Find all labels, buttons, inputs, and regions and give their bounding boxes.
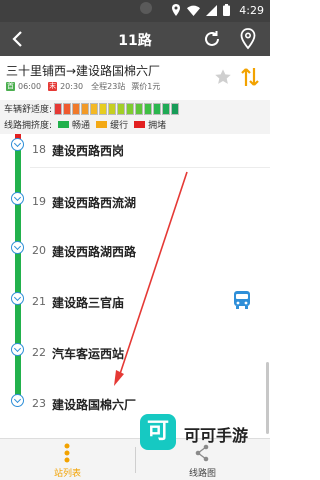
watermark-text: 可可手游 [184,426,249,445]
stop-number: 20 [32,244,46,257]
stop-name: 汽车客运西站 [52,347,125,361]
comfort-segment [81,102,90,115]
first-bus-time: 06:00 [18,82,42,91]
comfort-segment [117,102,126,115]
bus-icon[interactable] [232,289,252,311]
last-bus-time: 20:30 [60,82,84,91]
level-label-slow: 缓行 [110,121,129,131]
stop-marker-icon [11,292,24,305]
stop-marker-icon [11,343,24,356]
battery-icon [223,4,230,16]
comfort-segment [108,102,117,115]
stop-item[interactable]: 21 建设路三官庙 [0,267,270,317]
page-title: 11路 [118,33,152,49]
notification-bubble-icon [140,2,152,14]
list-dots-icon [64,443,70,463]
comfort-label: 车辆舒适度: [4,105,53,115]
legend: 车辆舒适度: 线路拥挤度: 畅通 缓行 拥堵 [0,100,270,134]
tab-stop-list-label: 站列表 [53,469,81,479]
tab-stop-list[interactable]: 站列表 [0,439,135,480]
swap-direction-icon[interactable] [240,65,260,89]
comfort-segment [63,102,72,115]
map-pin-icon[interactable] [238,28,258,50]
stop-marker-icon [11,241,24,254]
congestion-legend: 线路拥挤度: 畅通 缓行 拥堵 [4,118,166,131]
first-bus-badge: 首 [6,82,15,91]
comfort-segment [171,102,180,115]
level-label-jam: 拥堵 [148,121,167,131]
route-fare: 票价1元 [131,82,161,91]
refresh-icon[interactable] [202,29,222,49]
clock: 4:29 [239,4,264,17]
comfort-segment [72,102,81,115]
last-bus-badge: 末 [48,82,58,91]
location-icon [172,4,180,16]
comfort-segment [135,102,144,115]
stop-number: 23 [32,397,46,410]
level-label-smooth: 畅通 [72,121,91,131]
tab-route-map-label: 线路图 [188,469,216,479]
scrollbar-thumb[interactable] [266,362,269,434]
route-direction: 三十里铺西→建设路国棉六厂 [6,64,161,78]
stop-marker-icon [11,192,24,205]
stop-item[interactable]: 23 建设路国棉六厂 [0,369,270,419]
stop-marker-icon [11,138,24,151]
stop-item[interactable]: 19 建设西路西流湖 [0,164,270,214]
comfort-segment [162,102,171,115]
comfort-segment [54,102,63,115]
status-bar: 4:29 [0,0,270,22]
stop-item[interactable]: 22 汽车客运西站 [0,318,270,368]
watermark: 可 可可手游 [140,414,266,454]
stop-number: 22 [32,346,46,359]
favorite-star-icon[interactable] [214,68,232,86]
stop-number: 21 [32,295,46,308]
level-swatch-jam [134,121,146,128]
stop-name: 建设路国棉六厂 [52,398,137,412]
route-length: 全程23站 [91,82,126,91]
stop-name: 建设西路西流湖 [52,196,137,210]
comfort-segment [153,102,162,115]
comfort-segment [99,102,108,115]
level-swatch-slow [96,121,108,128]
stop-number: 19 [32,195,46,208]
stop-marker-icon [11,394,24,407]
stop-name: 建设西路西岗 [52,144,125,158]
route-header: 三十里铺西→建设路国棉六厂 首 06:00 末 20:30 全程23站 票价1元 [0,56,270,100]
stop-list[interactable]: 18 建设西路西岗 19 建设西路西流湖 20 建设西路湖西路 21 建设路三官… [0,134,270,438]
wifi-icon [187,5,200,16]
signal-icon [206,4,217,16]
route-meta: 首 06:00 末 20:30 全程23站 票价1元 [6,81,160,92]
level-swatch-smooth [58,121,70,128]
congestion-label: 线路拥挤度: [4,121,53,131]
app-bar: 11路 [0,22,270,56]
comfort-scale [54,102,180,115]
comfort-segment [126,102,135,115]
comfort-legend: 车辆舒适度: [4,102,180,115]
comfort-segment [144,102,153,115]
stop-name: 建设西路湖西路 [52,245,137,259]
watermark-logo: 可 [140,414,176,450]
comfort-segment [90,102,99,115]
stop-name: 建设路三官庙 [52,296,125,310]
stop-number: 18 [32,143,46,156]
stop-item[interactable]: 20 建设西路湖西路 [0,216,270,266]
